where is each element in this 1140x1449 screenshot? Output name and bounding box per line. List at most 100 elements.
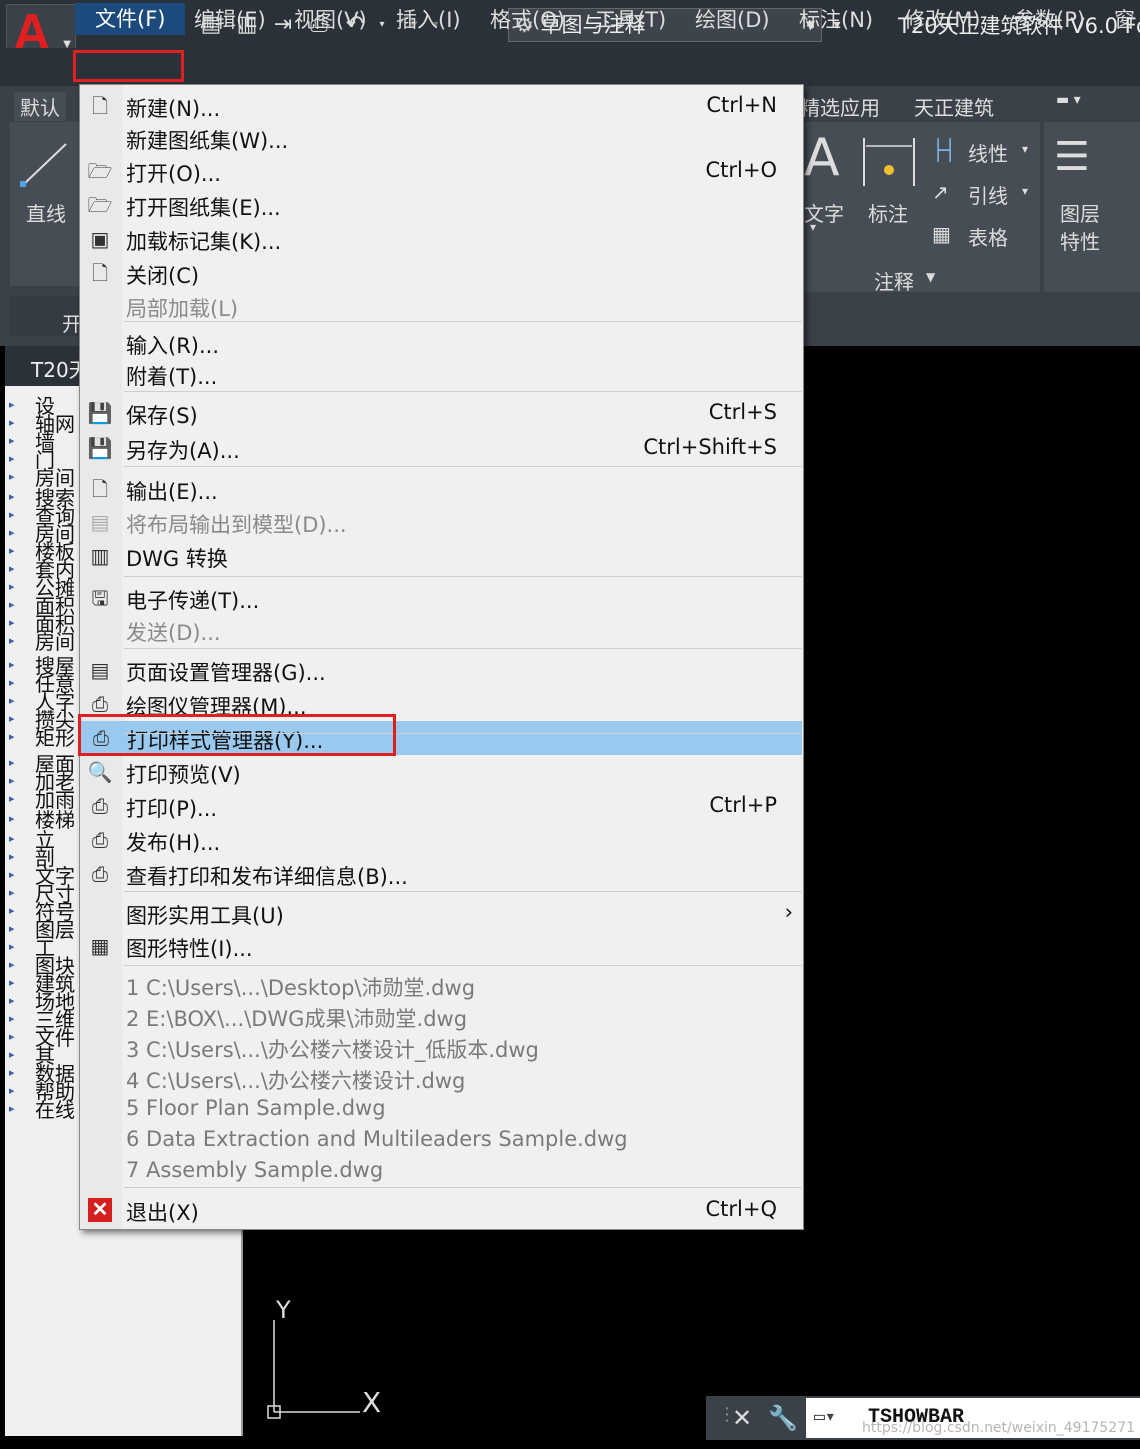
table-icon[interactable]: ▦ — [932, 222, 951, 246]
recent-file-item[interactable]: 3 C:\Users\...\办公楼六楼设计_低版本.dwg — [126, 1034, 539, 1064]
menu-dimension[interactable]: 标注(N) — [799, 4, 873, 34]
menu-item[interactable]: 发送(D)... — [80, 613, 803, 647]
menu-window[interactable]: 窗 — [1114, 4, 1135, 34]
panel-item[interactable]: 在线 — [35, 1100, 75, 1120]
expand-arrow-icon[interactable]: ▸ — [9, 470, 15, 483]
expand-arrow-icon[interactable]: ▸ — [9, 452, 15, 465]
recent-file-item[interactable]: 6 Data Extraction and Multileaders Sampl… — [126, 1127, 628, 1151]
tab-tangent[interactable]: 天正建筑 — [914, 92, 994, 121]
menu-item[interactable]: ▤ 页面设置管理器(G)... — [80, 653, 803, 687]
expand-arrow-icon[interactable]: ▸ — [9, 774, 15, 787]
exit-menu-item[interactable]: ✕ 退出(X) Ctrl+Q — [80, 1193, 803, 1227]
menu-item[interactable]: 🖫 电子传递(T)... — [80, 581, 803, 615]
menu-item[interactable]: 🗁 打开图纸集(E)... — [80, 188, 803, 222]
expand-arrow-icon[interactable]: ▸ — [9, 994, 15, 1007]
menu-parameters[interactable]: 参数(P) — [1014, 4, 1085, 34]
menu-item[interactable]: 🗁 打开(O)... Ctrl+O — [80, 154, 803, 188]
menu-item[interactable]: 💾 另存为(A)... Ctrl+Shift+S — [80, 431, 803, 465]
line-icon[interactable] — [20, 140, 70, 188]
table-label[interactable]: 表格 — [968, 222, 1008, 251]
menu-insert[interactable]: 插入(I) — [396, 4, 461, 34]
recent-file-item[interactable]: 1 C:\Users\...\Desktop\沛勋堂.dwg — [126, 972, 475, 1002]
menu-item[interactable]: 局部加载(L) — [80, 289, 803, 323]
recent-file-item[interactable]: 5 Floor Plan Sample.dwg — [126, 1096, 386, 1120]
expand-arrow-icon[interactable]: ▸ — [9, 1012, 15, 1025]
expand-arrow-icon[interactable]: ▸ — [9, 940, 15, 953]
ribbon-options-icon[interactable]: ▬ ▾ — [1056, 92, 1081, 108]
recent-file-item[interactable]: 2 E:\BOX\...\DWG成果\沛勋堂.dwg — [126, 1003, 467, 1033]
panel-item[interactable]: 房间 — [35, 632, 75, 652]
menu-item[interactable]: 🗋 关闭(C) — [80, 256, 803, 290]
linear-label[interactable]: 线性 — [968, 138, 1008, 167]
menu-item[interactable]: 🗋 输出(E)... — [80, 472, 803, 506]
menu-item[interactable]: ⎙ 查看打印和发布详细信息(B)... — [80, 857, 803, 891]
leader-icon[interactable]: ↗ — [932, 180, 949, 204]
expand-arrow-icon[interactable]: ▸ — [9, 526, 15, 539]
menu-item[interactable]: ⎙ 打印(P)... Ctrl+P — [80, 789, 803, 823]
expand-arrow-icon[interactable]: ▸ — [9, 712, 15, 725]
menu-edit[interactable]: 编辑(E) — [194, 4, 266, 34]
expand-arrow-icon[interactable]: ▸ — [9, 1048, 15, 1061]
expand-arrow-icon[interactable]: ▸ — [9, 1066, 15, 1079]
menu-item[interactable]: ▣ 加载标记集(K)... — [80, 222, 803, 256]
expand-arrow-icon[interactable]: ▸ — [9, 958, 15, 971]
menu-item[interactable]: ▦ 图形特性(I)... — [80, 929, 803, 963]
expand-arrow-icon[interactable]: ▸ — [9, 812, 15, 825]
expand-arrow-icon[interactable]: ▸ — [9, 490, 15, 503]
panel-item[interactable]: 楼梯 — [35, 810, 75, 830]
annotate-panel-title[interactable]: 注释 — [874, 266, 914, 295]
expand-arrow-icon[interactable]: ▸ — [9, 886, 15, 899]
expand-arrow-icon[interactable]: ▸ — [9, 562, 15, 575]
expand-arrow-icon[interactable]: ▸ — [9, 634, 15, 647]
menu-file[interactable]: 文件(F) — [75, 3, 186, 35]
menu-view[interactable]: 视图(V) — [294, 4, 367, 34]
expand-arrow-icon[interactable]: ▸ — [9, 694, 15, 707]
command-prompt-icon[interactable]: ▭▾ — [814, 1398, 836, 1438]
menu-modify[interactable]: 修改(M) — [904, 4, 981, 34]
recent-file-item[interactable]: 7 Assembly Sample.dwg — [126, 1158, 383, 1182]
dimension-label[interactable]: 标注 — [868, 198, 908, 227]
panel-item[interactable]: 矩形 — [35, 728, 75, 748]
tab-featured-apps[interactable]: 精选应用 — [800, 92, 880, 121]
expand-arrow-icon[interactable]: ▸ — [9, 976, 15, 989]
menu-item[interactable]: ⎙ 发布(H)... — [80, 823, 803, 857]
expand-arrow-icon[interactable]: ▸ — [9, 508, 15, 521]
expand-arrow-icon[interactable]: ▸ — [9, 598, 15, 611]
expand-arrow-icon[interactable]: ▸ — [9, 658, 15, 671]
expand-arrow-icon[interactable]: ▸ — [9, 1084, 15, 1097]
menu-item[interactable]: 附着(T)... — [80, 357, 803, 391]
expand-arrow-icon[interactable]: ▸ — [9, 398, 15, 411]
expand-arrow-icon[interactable]: ▸ — [9, 904, 15, 917]
close-icon[interactable]: ✕ — [732, 1404, 752, 1432]
wrench-icon[interactable]: 🔧 — [768, 1404, 798, 1432]
menu-item[interactable]: 输入(R)... — [80, 326, 803, 360]
expand-arrow-icon[interactable]: ▸ — [9, 792, 15, 805]
menu-item[interactable]: 图形实用工具(U) › — [80, 896, 803, 930]
expand-arrow-icon[interactable]: ▸ — [9, 434, 15, 447]
tab-default[interactable]: 默认 — [14, 92, 66, 121]
dimension-icon[interactable] — [862, 136, 916, 188]
expand-arrow-icon[interactable]: ▸ — [9, 676, 15, 689]
expand-arrow-icon[interactable]: ▸ — [9, 756, 15, 769]
menu-item[interactable]: 🗋 新建(N)... Ctrl+N — [80, 89, 803, 123]
text-icon[interactable]: A — [804, 128, 840, 188]
undo-dropdown-icon[interactable]: ▾ — [376, 10, 388, 40]
expand-arrow-icon[interactable]: ▸ — [9, 416, 15, 429]
expand-arrow-icon[interactable]: ▸ — [9, 730, 15, 743]
menu-format[interactable]: 格式(O) — [490, 4, 565, 34]
expand-arrow-icon[interactable]: ▸ — [9, 544, 15, 557]
menu-item[interactable]: 💾 保存(S) Ctrl+S — [80, 396, 803, 430]
menu-tools[interactable]: 工具(T) — [595, 4, 666, 34]
expand-arrow-icon[interactable]: ▸ — [9, 850, 15, 863]
menu-item[interactable]: 🔍 打印预览(V) — [80, 755, 803, 789]
linear-dimension-icon[interactable]: ├┤ — [932, 138, 956, 162]
expand-arrow-icon[interactable]: ▸ — [9, 922, 15, 935]
menu-draw[interactable]: 绘图(D) — [695, 4, 770, 34]
expand-arrow-icon[interactable]: ▸ — [9, 1102, 15, 1115]
expand-arrow-icon[interactable]: ▸ — [9, 1030, 15, 1043]
expand-arrow-icon[interactable]: ▸ — [9, 580, 15, 593]
expand-arrow-icon[interactable]: ▸ — [9, 868, 15, 881]
expand-arrow-icon[interactable]: ▸ — [9, 832, 15, 845]
expand-arrow-icon[interactable]: ▸ — [9, 616, 15, 629]
menu-item[interactable]: 新建图纸集(W)... — [80, 121, 803, 155]
